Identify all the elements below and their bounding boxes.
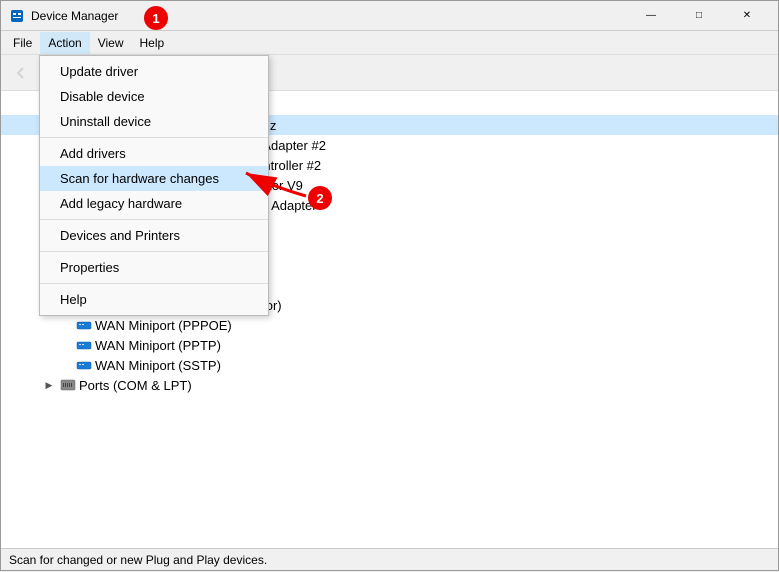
window-title: Device Manager [31,9,628,23]
wan-pptp-label: WAN Miniport (PPTP) [95,338,221,353]
separator-1 [40,137,268,138]
menu-add-drivers[interactable]: Add drivers [40,141,268,166]
separator-2 [40,219,268,220]
toolbar-back-btn[interactable] [7,59,35,87]
no-toggle [57,357,73,373]
separator-4 [40,283,268,284]
app-icon [9,8,25,24]
device-manager-window: Device Manager — □ ✕ File Action View He… [0,0,779,571]
wan-sstp-label: WAN Miniport (SSTP) [95,358,221,373]
adapter-icon-12 [76,337,92,353]
menu-scan-hardware[interactable]: Scan for hardware changes [40,166,268,191]
expand-toggle-ports[interactable]: ▶ [41,377,57,393]
menu-uninstall-device[interactable]: Uninstall device [40,109,268,134]
tree-item-wan-sstp[interactable]: WAN Miniport (SSTP) [1,355,778,375]
menu-item-file[interactable]: File [5,32,40,54]
tree-item-wan-pppoe[interactable]: WAN Miniport (PPPOE) [1,315,778,335]
menu-item-action[interactable]: Action [40,32,89,54]
ports-icon [60,377,76,393]
tree-item-ports[interactable]: ▶ Ports (COM & LPT) [1,375,778,395]
ports-label: Ports (COM & LPT) [79,378,192,393]
maximize-button[interactable]: □ [676,2,722,30]
menu-bar: File Action View Help Update driver Disa… [1,31,778,55]
minimize-button[interactable]: — [628,2,674,30]
title-bar: Device Manager — □ ✕ [1,1,778,31]
adapter-icon-11 [76,317,92,333]
adapter-icon-13 [76,357,92,373]
menu-help[interactable]: Help [40,287,268,312]
separator-3 [40,251,268,252]
menu-update-driver[interactable]: Update driver [40,59,268,84]
status-bar: Scan for changed or new Plug and Play de… [1,548,778,570]
no-toggle [57,337,73,353]
menu-item-view[interactable]: View [90,32,132,54]
no-toggle [57,317,73,333]
menu-disable-device[interactable]: Disable device [40,84,268,109]
status-text: Scan for changed or new Plug and Play de… [9,553,267,567]
menu-item-help[interactable]: Help [132,32,173,54]
tree-item-wan-pptp[interactable]: WAN Miniport (PPTP) [1,335,778,355]
action-dropdown-menu: Update driver Disable device Uninstall d… [39,55,269,316]
menu-devices-printers[interactable]: Devices and Printers [40,223,268,248]
menu-properties[interactable]: Properties [40,255,268,280]
window-controls: — □ ✕ [628,2,770,30]
close-button[interactable]: ✕ [724,2,770,30]
menu-add-legacy[interactable]: Add legacy hardware [40,191,268,216]
wan-pppoe-label: WAN Miniport (PPPOE) [95,318,232,333]
